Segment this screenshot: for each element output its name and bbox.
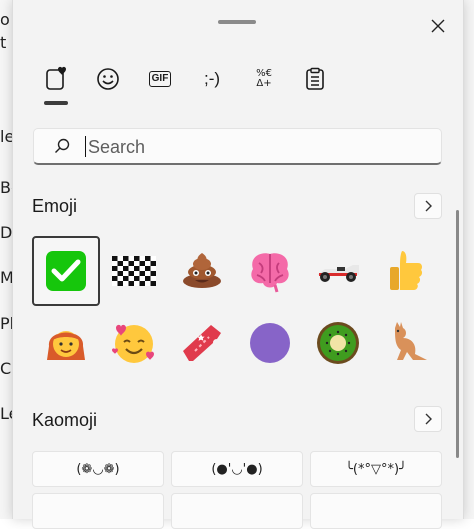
close-button[interactable] [424,12,452,40]
chequered-flag-icon [112,256,156,286]
kaomoji-item[interactable] [171,493,303,529]
kaomoji-item[interactable]: (●'◡'●) [171,451,303,487]
smiling-face-with-hearts-icon [112,324,154,363]
tab-favorites[interactable] [37,60,75,98]
kaomoji-tab-label: ;-) [203,69,221,88]
check-mark-button-icon [46,251,86,291]
favorites-heart-icon [46,66,66,90]
emoji-racing-car[interactable] [306,238,370,304]
kaomoji-item[interactable]: ╰(*°▽°*)╯ [310,451,442,487]
symbols-tab-label: %€ Δ+ [256,68,272,89]
close-icon [431,19,445,33]
emoji-check-mark-button[interactable] [32,236,100,306]
chevron-right-icon [425,200,432,212]
emoji-kangaroo[interactable] [374,310,438,376]
emoji-thumbs-up[interactable] [374,238,438,304]
kaomoji-item[interactable]: (❁◡❁) [32,451,164,487]
emoji-ticket[interactable] [170,310,234,376]
kangaroo-icon [395,322,427,360]
emoji-woman-red-hair[interactable] [34,310,98,376]
tab-symbols[interactable]: %€ Δ+ [245,60,283,98]
emoji-chequered-flag[interactable] [102,238,166,304]
emoji-pile-of-poo[interactable] [170,238,234,304]
emoji-brain[interactable] [238,238,302,304]
kaomoji-section-title: Kaomoji [32,410,98,430]
background-text: o [0,10,10,29]
emoji-purple-circle[interactable] [238,310,302,376]
background-text: t [0,33,7,52]
search-icon [55,138,70,153]
woman-red-hair-icon [47,331,85,360]
racing-car-icon [317,265,359,282]
emoji-section-title: Emoji [32,196,78,216]
kaomoji-more-button[interactable] [414,406,442,432]
pile-of-poo-icon [183,253,221,288]
tab-clipboard[interactable] [296,60,334,98]
emoji-smiling-face-with-hearts[interactable] [102,310,166,376]
vertical-scrollbar[interactable] [456,210,459,458]
search-input[interactable] [86,129,420,166]
clipboard-icon [306,67,324,90]
thumbs-up-icon [390,251,423,290]
gif-label: GIF [148,71,172,87]
tab-gif[interactable]: GIF [141,60,179,98]
chevron-right-icon [425,413,432,425]
drag-handle[interactable] [218,20,256,24]
emoji-kiwi-fruit[interactable] [306,310,370,376]
tab-emoji[interactable] [89,60,127,98]
purple-circle-icon [250,323,290,363]
emoji-more-button[interactable] [414,193,442,219]
kaomoji-item[interactable] [32,493,164,529]
tab-kaomoji[interactable]: ;-) [193,60,231,98]
active-tab-indicator [44,101,68,105]
kaomoji-item[interactable] [310,493,442,529]
kiwi-fruit-icon [317,322,359,364]
smiley-icon [97,68,119,90]
ticket-icon [183,325,221,361]
search-box[interactable] [33,128,442,166]
brain-icon [251,253,289,293]
